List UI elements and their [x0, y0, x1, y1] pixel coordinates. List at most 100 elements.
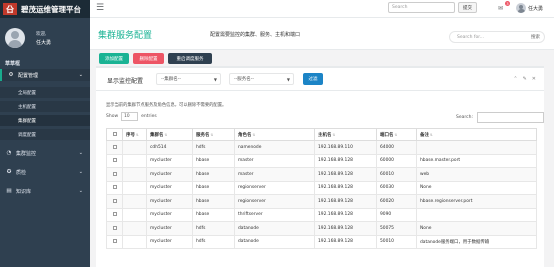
table-header-row: 序号⇅ 集群名⇅ 服务名⇅ 角色名⇅ 主机名⇅ 端口名⇅ 备注⇅: [106, 128, 537, 141]
sidebar-item-monitor[interactable]: ◔ 集群监控 ⌄: [0, 147, 90, 159]
cell-host[interactable]: 192.168.89.128: [314, 153, 377, 168]
cell-host[interactable]: 192.168.89.128: [314, 207, 377, 222]
sidebar-subitem-host[interactable]: 主机配置: [0, 101, 90, 112]
add-config-button[interactable]: 添加配置: [99, 53, 129, 64]
cell-service[interactable]: hbase: [192, 153, 235, 168]
bell-icon[interactable]: ✉: [498, 5, 506, 12]
select-all-checkbox[interactable]: [112, 131, 117, 136]
row-checkbox[interactable]: [112, 212, 117, 216]
top-search-input[interactable]: Search: [388, 2, 455, 13]
cell-service[interactable]: hbase: [192, 167, 235, 182]
row-checkbox-cell[interactable]: [106, 221, 123, 236]
row-checkbox[interactable]: [112, 144, 117, 149]
column-header-label: 集群名: [150, 132, 164, 138]
cell-host[interactable]: 192.168.89.128: [314, 167, 377, 182]
row-checkbox[interactable]: [112, 158, 117, 162]
cell-note: hbase.regionserver.port: [416, 194, 537, 209]
cell-index: [122, 167, 147, 182]
table-search-input[interactable]: [476, 112, 544, 123]
cell-cluster[interactable]: mycluster: [146, 153, 193, 168]
cell-service[interactable]: hbase: [192, 194, 235, 209]
notification-badge: 3: [505, 1, 510, 6]
panel-tip: 显示当前的集群节点服务及角色信息，可以删除不需要的配置。: [106, 103, 227, 108]
menu-toggle-icon[interactable]: ☰: [96, 4, 104, 13]
top-user-name[interactable]: 任大勇: [528, 5, 543, 12]
cell-cluster[interactable]: mycluster: [146, 234, 193, 249]
row-checkbox-cell[interactable]: [106, 167, 123, 182]
cell-service[interactable]: hdfs: [192, 221, 235, 236]
cell-service[interactable]: hbase: [192, 180, 235, 195]
avatar[interactable]: [5, 28, 25, 48]
column-header[interactable]: 备注⇅: [416, 128, 537, 141]
row-checkbox[interactable]: [112, 239, 117, 243]
sidebar-item-label: 集群监控: [16, 150, 37, 157]
row-checkbox[interactable]: [112, 225, 117, 230]
delete-config-button[interactable]: 删除配置: [133, 53, 164, 64]
cell-cluster[interactable]: mycluster: [146, 221, 193, 236]
filter-button[interactable]: 过滤: [303, 73, 323, 85]
header-search-input[interactable]: Search for... 搜索: [449, 31, 545, 43]
row-checkbox[interactable]: [112, 171, 117, 176]
row-checkbox-cell[interactable]: [106, 207, 123, 222]
sidebar-subitem-schedule[interactable]: 调度配置: [0, 129, 90, 140]
cell-cluster[interactable]: mycluster: [146, 167, 193, 182]
service-select[interactable]: --服务名-- ▼: [229, 73, 294, 85]
table-row[interactable]: mycluster hbase master 192.168.89.128 60…: [106, 153, 537, 168]
column-header[interactable]: 序号⇅: [122, 128, 147, 141]
cell-note: datanode服务端口，用于数据传输: [416, 234, 537, 249]
table-row[interactable]: mycluster hbase regionserver 192.168.89.…: [106, 180, 537, 195]
cell-host[interactable]: 192.168.89.128: [314, 234, 377, 249]
table-row[interactable]: mycluster hdfs datanode 192.168.89.128 5…: [106, 221, 537, 236]
column-header[interactable]: 集群名⇅: [146, 128, 193, 141]
table-body: cdh514 hdfs namenode 192.168.89.110 6400…: [106, 140, 537, 249]
close-icon[interactable]: ✕: [532, 76, 536, 82]
config-table: 序号⇅ 集群名⇅ 服务名⇅ 角色名⇅ 主机名⇅ 端口名⇅ 备注⇅ cdh514 …: [106, 128, 537, 249]
table-row[interactable]: mycluster hbase thriftserver 192.168.89.…: [106, 207, 537, 222]
cell-service[interactable]: hbase: [192, 207, 235, 222]
cell-note: [416, 140, 537, 155]
restart-scheduler-button[interactable]: 重启调度服务: [168, 53, 212, 64]
select-all-header[interactable]: [106, 128, 123, 141]
avatar[interactable]: [516, 3, 526, 13]
row-checkbox[interactable]: [112, 185, 117, 189]
collapse-icon[interactable]: ⌃: [513, 76, 517, 82]
cell-host[interactable]: 192.168.89.128: [314, 194, 377, 209]
sidebar-subitem-cluster[interactable]: 集群配置: [0, 115, 90, 126]
cell-cluster[interactable]: mycluster: [146, 180, 193, 195]
divider: [96, 90, 544, 91]
sidebar-item-kb[interactable]: ▤ 知识库 ⌄: [0, 185, 90, 197]
cell-cluster[interactable]: cdh514: [146, 140, 193, 155]
profile-username[interactable]: 任大勇: [36, 39, 51, 46]
cell-host[interactable]: 192.168.89.128: [314, 221, 377, 236]
sort-icon: ⇅: [210, 132, 214, 137]
cell-host[interactable]: 192.168.89.110: [314, 140, 377, 155]
table-row[interactable]: mycluster hbase regionserver 192.168.89.…: [106, 194, 537, 209]
wrench-icon[interactable]: ✎: [523, 76, 527, 82]
sidebar-item-qa[interactable]: ✪ 质检 ⌄: [0, 166, 90, 178]
sidebar-item-config[interactable]: ⚙ 配置管理 ⌄: [0, 69, 90, 81]
table-row[interactable]: cdh514 hdfs namenode 192.168.89.110 6400…: [106, 140, 537, 155]
top-submit-button[interactable]: 提交: [458, 2, 477, 13]
table-row[interactable]: mycluster hdfs datanode 192.168.89.128 5…: [106, 234, 537, 249]
caret-down-icon: ▼: [213, 76, 217, 82]
column-header[interactable]: 服务名⇅: [192, 128, 235, 141]
cell-cluster[interactable]: mycluster: [146, 194, 193, 209]
row-checkbox-cell[interactable]: [106, 234, 123, 249]
column-header[interactable]: 端口名⇅: [376, 128, 417, 141]
cell-service[interactable]: hdfs: [192, 140, 235, 155]
cell-service[interactable]: hdfs: [192, 234, 235, 249]
cell-host[interactable]: 192.168.89.128: [314, 180, 377, 195]
page-size-select[interactable]: 10: [121, 112, 139, 121]
sidebar-subitem-global[interactable]: 全局配置: [0, 87, 90, 98]
header-search-button[interactable]: 搜索: [531, 34, 540, 40]
row-checkbox-cell[interactable]: [106, 153, 123, 168]
column-header[interactable]: 角色名⇅: [234, 128, 315, 141]
table-row[interactable]: mycluster hbase master 192.168.89.128 60…: [106, 167, 537, 182]
row-checkbox-cell[interactable]: [106, 194, 123, 209]
row-checkbox-cell[interactable]: [106, 140, 123, 155]
column-header[interactable]: 主机名⇅: [314, 128, 377, 141]
row-checkbox-cell[interactable]: [106, 180, 123, 195]
cluster-select[interactable]: --集群名-- ▼: [156, 73, 221, 85]
cell-cluster[interactable]: mycluster: [146, 207, 193, 222]
row-checkbox[interactable]: [112, 198, 117, 203]
